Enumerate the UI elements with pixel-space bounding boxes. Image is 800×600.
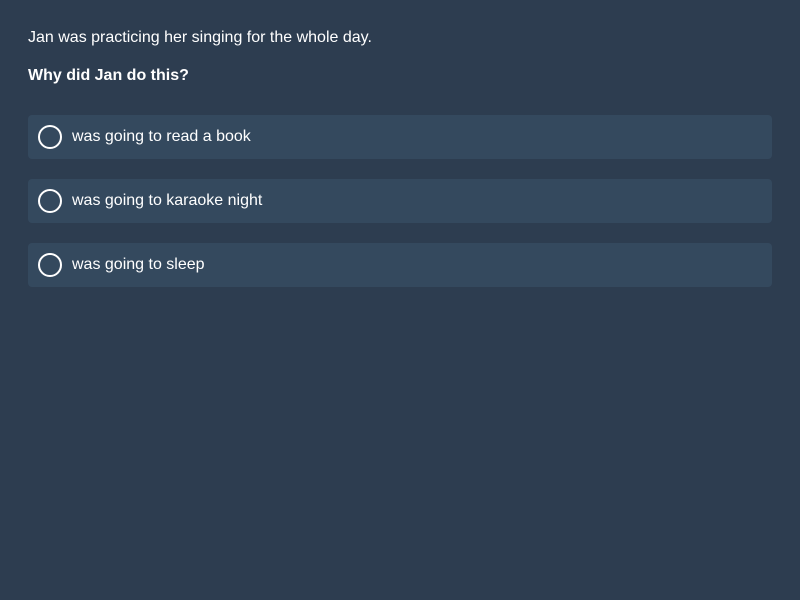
answer-option-3[interactable]: was going to sleep [28, 243, 772, 287]
answer-option-2[interactable]: was going to karaoke night [28, 179, 772, 223]
answer-option-1[interactable]: was going to read a book [28, 115, 772, 159]
radio-button[interactable] [38, 189, 62, 213]
question-text: Why did Jan do this? [28, 67, 189, 84]
context-text: Jan was practicing her singing for the w… [28, 29, 372, 46]
answer-options: was going to read a book was going to ka… [28, 115, 772, 307]
answer-option-label: was going to karaoke night [72, 192, 263, 209]
radio-button[interactable] [38, 253, 62, 277]
answer-option-label: was going to sleep [72, 256, 205, 273]
radio-button[interactable] [38, 125, 62, 149]
answer-option-label: was going to read a book [72, 128, 251, 145]
